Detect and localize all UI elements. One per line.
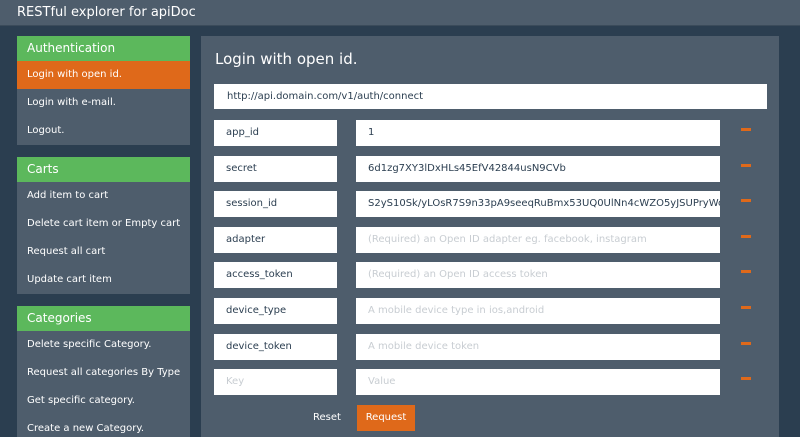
sidebar-item-login-open-id[interactable]: Login with open id.: [17, 61, 190, 89]
remove-param-button[interactable]: [741, 199, 751, 202]
top-bar: RESTful explorer for apiDoc: [0, 0, 800, 26]
sidebar-item-get-category[interactable]: Get specific category.: [17, 387, 190, 415]
param-key-field[interactable]: Key: [214, 369, 337, 395]
param-value-field[interactable]: A mobile device token: [356, 334, 720, 360]
remove-param-button[interactable]: [741, 342, 751, 345]
param-row: device_token A mobile device token: [214, 334, 774, 360]
param-key-field[interactable]: adapter: [214, 227, 337, 253]
param-value-field[interactable]: S2yS10Sk/yLOsR7S9n33pA9seeqRuBmx53UQ0UlN…: [356, 191, 720, 217]
sidebar-group-categories: Categories Delete specific Category. Req…: [17, 306, 190, 437]
sidebar-group-header[interactable]: Categories: [17, 306, 190, 331]
param-key-field[interactable]: device_type: [214, 298, 337, 324]
remove-param-button[interactable]: [741, 306, 751, 309]
sidebar-group-carts: Carts Add item to cart Delete cart item …: [17, 157, 190, 294]
sidebar-group-authentication: Authentication Login with open id. Login…: [17, 36, 190, 145]
page-title: Login with open id.: [215, 50, 358, 68]
app-title: RESTful explorer for apiDoc: [17, 5, 196, 20]
param-row: session_id S2yS10Sk/yLOsR7S9n33pA9seeqRu…: [214, 191, 774, 217]
sidebar-group-header[interactable]: Carts: [17, 157, 190, 182]
param-value-field[interactable]: 6d1zg7XY3lDxHLs45EfV42844usN9CVb: [356, 156, 720, 182]
remove-param-button[interactable]: [741, 377, 751, 380]
param-row: access_token (Required) an Open ID acces…: [214, 262, 774, 288]
sidebar-item-delete-cart-item[interactable]: Delete cart item or Empty cart: [17, 210, 190, 238]
reset-button[interactable]: Reset: [312, 406, 342, 430]
param-key-field[interactable]: secret: [214, 156, 337, 182]
param-key-field[interactable]: access_token: [214, 262, 337, 288]
sidebar-item-login-email[interactable]: Login with e-mail.: [17, 89, 190, 117]
url-field[interactable]: http://api.domain.com/v1/auth/connect: [214, 84, 767, 109]
param-value-field[interactable]: (Required) an Open ID adapter eg. facebo…: [356, 227, 720, 253]
sidebar-item-request-categories-by-type[interactable]: Request all categories By Type: [17, 359, 190, 387]
param-row: Key Value: [214, 369, 774, 395]
request-panel: Login with open id. http://api.domain.co…: [201, 36, 779, 437]
sidebar-item-add-item-to-cart[interactable]: Add item to cart: [17, 182, 190, 210]
sidebar-item-create-category[interactable]: Create a new Category.: [17, 415, 190, 437]
param-row: adapter (Required) an Open ID adapter eg…: [214, 227, 774, 253]
remove-param-button[interactable]: [741, 235, 751, 238]
param-row: device_type A mobile device type in ios,…: [214, 298, 774, 324]
sidebar-item-request-all-cart[interactable]: Request all cart: [17, 238, 190, 266]
param-key-field[interactable]: device_token: [214, 334, 337, 360]
request-button[interactable]: Request: [357, 405, 415, 431]
param-row: secret 6d1zg7XY3lDxHLs45EfV42844usN9CVb: [214, 156, 774, 182]
sidebar-item-update-cart-item[interactable]: Update cart item: [17, 266, 190, 294]
param-key-field[interactable]: app_id: [214, 120, 337, 146]
remove-param-button[interactable]: [741, 128, 751, 131]
sidebar: Authentication Login with open id. Login…: [17, 36, 190, 437]
remove-param-button[interactable]: [741, 270, 751, 273]
param-value-field[interactable]: Value: [356, 369, 720, 395]
remove-param-button[interactable]: [741, 164, 751, 167]
sidebar-group-header[interactable]: Authentication: [17, 36, 190, 61]
param-row: app_id 1: [214, 120, 774, 146]
param-value-field[interactable]: 1: [356, 120, 720, 146]
sidebar-item-delete-category[interactable]: Delete specific Category.: [17, 331, 190, 359]
param-key-field[interactable]: session_id: [214, 191, 337, 217]
sidebar-item-logout[interactable]: Logout.: [17, 117, 190, 145]
param-value-field[interactable]: (Required) an Open ID access token: [356, 262, 720, 288]
param-value-field[interactable]: A mobile device type in ios,android: [356, 298, 720, 324]
